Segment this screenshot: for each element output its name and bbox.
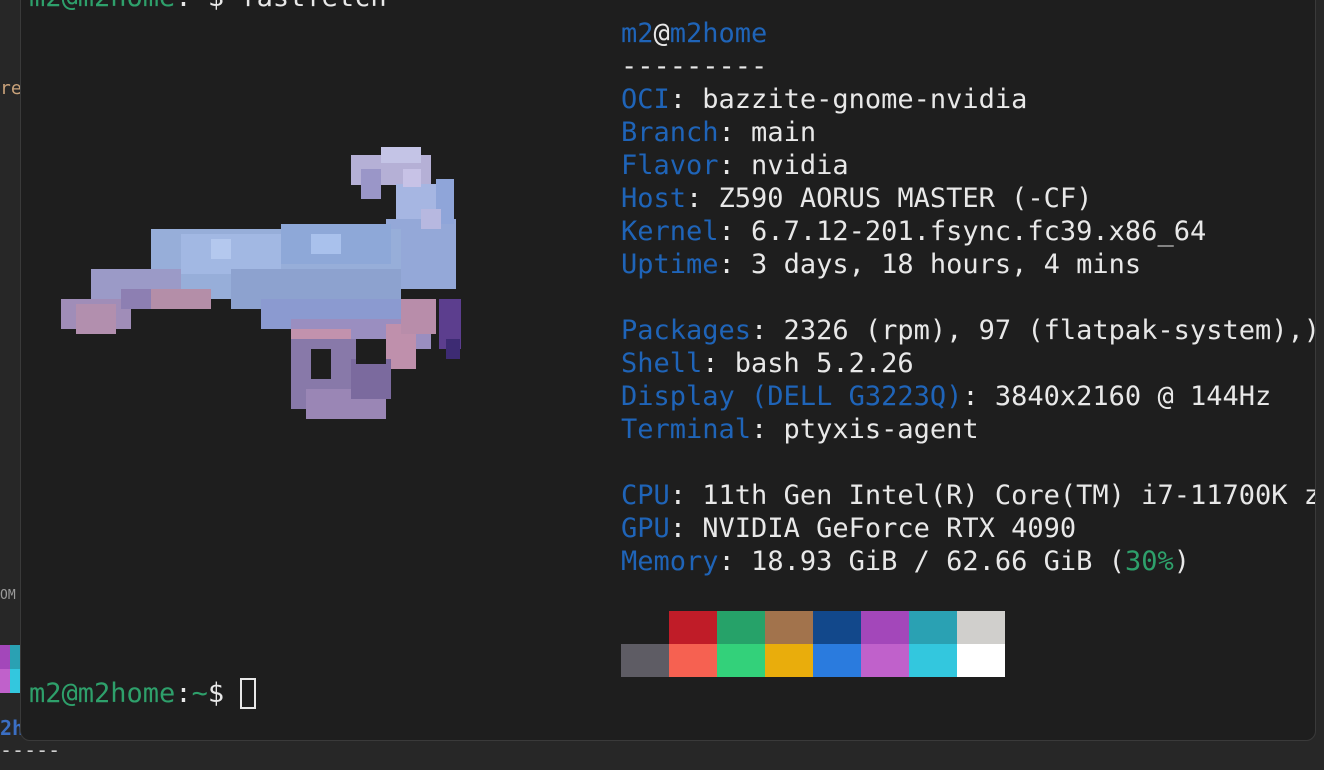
prompt-user-host: m2@m2home [29,0,175,13]
info-key: Kernel [621,216,719,247]
info-key: Display (DELL G3223Q) [621,381,963,412]
prompt-separator: : [175,678,192,709]
info-value: : ptyxis-agent [751,414,979,445]
palette-swatch [717,644,765,677]
fastfetch-title: m2@m2home [621,17,767,50]
palette-swatch [717,611,765,644]
palette-swatch [669,611,717,644]
info-key: GPU [621,513,670,544]
info-value: : 2326 (rpm), 97 (flatpak-system),) [751,315,1316,346]
info-key: Flavor [621,150,719,181]
palette-swatch [909,644,957,677]
command-prompt-line: m2@m2home:~$ fastfetch [29,0,387,14]
info-key: Memory [621,546,719,577]
prompt-user-host: m2@m2home [29,678,176,709]
prompt-path: ~ [191,678,208,709]
palette-swatch [765,611,813,644]
info-row: Display (DELL G3223Q): 3840x2160 @ 144Hz [621,380,1271,413]
palette-swatch [813,644,861,677]
info-value: : bash 5.2.26 [702,348,914,379]
terminal-window[interactable]: m2@m2home:~$ fastfetch [20,0,1316,741]
background-text-fragment: OM [0,588,16,603]
prompt-separator: : [175,0,191,13]
info-value: : 3840x2160 @ 144Hz [962,381,1272,412]
prompt-dollar: $ [208,0,241,13]
info-value: : 6.7.12-201.fsync.fc39.x86_64 [718,216,1207,247]
palette-swatch [669,644,717,677]
title-at: @ [653,18,670,49]
info-key: Host [621,183,687,214]
info-value-close: ) [1173,546,1190,577]
fastfetch-separator: --------- [621,51,768,82]
info-key: Packages [621,315,752,346]
info-row: Branch: main [621,116,816,149]
info-value: : main [718,117,817,148]
info-value: : 18.93 GiB / 62.66 GiB ( [718,546,1125,577]
info-value: : 11th Gen Intel(R) Core(TM) i7-11700K z [669,480,1316,511]
info-row: CPU: 11th Gen Intel(R) Core(TM) i7-11700… [621,479,1316,512]
info-row-memory: Memory: 18.93 GiB / 62.66 GiB (30%) [621,545,1190,578]
info-row: Flavor: nvidia [621,149,849,182]
command-prompt-line[interactable]: m2@m2home:~$ [29,677,257,710]
info-value: : 3 days, 18 hours, 4 mins [718,249,1142,280]
palette-swatch [621,611,669,644]
info-value: : Z590 AORUS MASTER (-CF) [686,183,1093,214]
info-value: : nvidia [718,150,849,181]
background-text-fragment: ----- [0,738,61,762]
palette-swatch [909,611,957,644]
title-user: m2 [621,18,654,49]
info-row: GPU: NVIDIA GeForce RTX 4090 [621,512,1076,545]
info-row: Kernel: 6.7.12-201.fsync.fc39.x86_64 [621,215,1206,248]
prompt-command: fastfetch [240,0,386,13]
info-key: OCI [621,84,670,115]
info-value: : bazzite-gnome-nvidia [669,84,1028,115]
info-key: Shell [621,348,703,379]
palette-swatch [861,611,909,644]
palette-swatch [957,611,1005,644]
prompt-path: ~ [192,0,208,13]
info-key: Branch [621,117,719,148]
memory-percent: 30% [1124,546,1174,577]
info-value: : NVIDIA GeForce RTX 4090 [669,513,1077,544]
palette-swatch [861,644,909,677]
info-row: Host: Z590 AORUS MASTER (-CF) [621,182,1092,215]
background-color-strip [0,645,20,693]
info-key: CPU [621,480,670,511]
palette-swatch [621,644,669,677]
info-row: Uptime: 3 days, 18 hours, 4 mins [621,248,1141,281]
background-text-fragment: re [0,78,22,99]
info-row: Terminal: ptyxis-agent [621,413,979,446]
info-row: Shell: bash 5.2.26 [621,347,914,380]
title-host: m2home [669,18,768,49]
info-key: Uptime [621,249,719,280]
info-row: Packages: 2326 (rpm), 97 (flatpak-system… [621,314,1316,347]
terminal-cursor [240,678,257,709]
palette-swatch [957,644,1005,677]
palette-swatch [765,644,813,677]
info-row: OCI: bazzite-gnome-nvidia [621,83,1027,116]
prompt-dollar: $ [207,678,241,709]
distro-logo-image [61,147,461,419]
info-key: Terminal [621,414,752,445]
palette-swatch [813,611,861,644]
